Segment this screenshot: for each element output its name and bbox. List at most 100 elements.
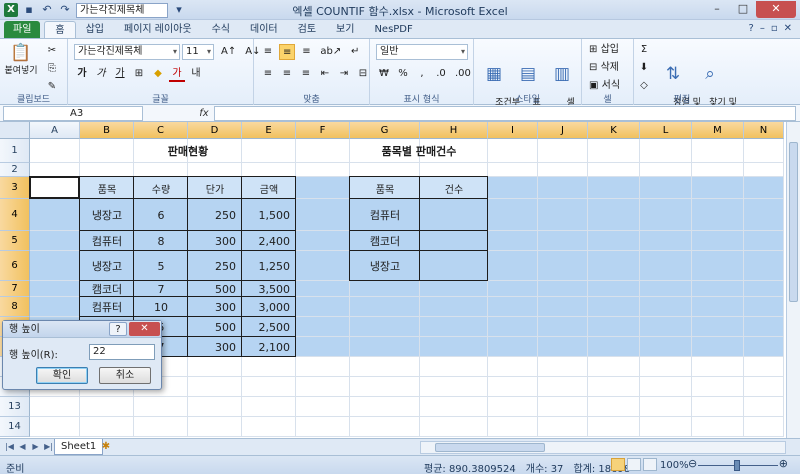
row-header-1[interactable]: 1 [0, 139, 30, 163]
table1-header-cell[interactable]: 단가 [188, 177, 242, 199]
font-grow-icon[interactable]: A↑ [218, 44, 239, 60]
table1-cell[interactable]: 냉장고 [80, 251, 134, 281]
page-layout-view-icon[interactable] [627, 458, 641, 471]
column-header-e[interactable]: E [242, 122, 296, 139]
column-header-i[interactable]: I [488, 122, 538, 139]
table2-item-cell[interactable]: 캠코더 [350, 231, 420, 251]
tab-view[interactable]: 보기 [326, 21, 364, 38]
count-title[interactable]: 품목별 판매건수 [350, 139, 488, 163]
tab-home[interactable]: 홈 [44, 21, 76, 38]
tab-page-layout[interactable]: 페이지 레이아웃 [114, 21, 202, 38]
column-header-d[interactable]: D [188, 122, 242, 139]
cut-icon[interactable]: ✂ [44, 43, 60, 59]
horizontal-scroll-thumb[interactable] [435, 443, 545, 452]
insert-sheet-icon[interactable]: ✱ [98, 440, 114, 454]
formula-input[interactable] [214, 106, 796, 121]
row-header-7[interactable]: 7 [0, 281, 30, 297]
tab-review[interactable]: 검토 [288, 21, 326, 38]
next-sheet-icon[interactable]: ▶ [30, 441, 41, 453]
percent-icon[interactable]: % [395, 66, 411, 82]
zoom-level[interactable]: 100% [660, 460, 689, 471]
table1-cell[interactable]: 6 [134, 199, 188, 231]
table1-cell[interactable]: 냉장고 [80, 199, 134, 231]
column-header-m[interactable]: M [692, 122, 744, 139]
table1-cell[interactable]: 500 [188, 281, 242, 297]
table1-cell[interactable]: 2,500 [242, 317, 296, 337]
column-header-k[interactable]: K [588, 122, 640, 139]
row-header-3[interactable]: 3 [0, 177, 30, 199]
save-icon[interactable]: ▪ [22, 3, 36, 17]
table1-cell[interactable]: 캠코더 [80, 281, 134, 297]
vertical-scroll-thumb[interactable] [789, 142, 798, 302]
row-header-5[interactable]: 5 [0, 231, 30, 251]
zoom-in-icon[interactable]: ⊕ [779, 457, 788, 470]
qat-font-combo[interactable]: 가는각진제목체 [76, 2, 168, 18]
prev-sheet-icon[interactable]: ◀ [17, 441, 28, 453]
tab-file[interactable]: 파일 [4, 21, 41, 38]
wrap-text-icon[interactable]: ↵ [347, 44, 363, 60]
select-all-corner[interactable] [0, 122, 30, 139]
column-header-j[interactable]: J [538, 122, 588, 139]
table1-cell[interactable]: 250 [188, 251, 242, 281]
comma-icon[interactable]: , [414, 66, 430, 82]
normal-view-icon[interactable] [611, 458, 625, 471]
bold-icon[interactable]: 가 [74, 66, 90, 82]
row-header-2[interactable]: 2 [0, 163, 30, 177]
table1-cell[interactable]: 7 [134, 281, 188, 297]
dialog-help-button[interactable]: ? [109, 322, 127, 336]
table1-cell[interactable]: 5 [134, 251, 188, 281]
column-header-h[interactable]: H [420, 122, 488, 139]
font-color-icon[interactable]: 가 [169, 66, 185, 82]
dialog-close-button[interactable]: ✕ [129, 322, 160, 336]
ok-button[interactable]: 확인 [36, 367, 88, 384]
currency-icon[interactable]: ₩ [376, 66, 392, 82]
table2-header-cell[interactable]: 건수 [420, 177, 488, 199]
table2-item-cell[interactable]: 컴퓨터 [350, 199, 420, 231]
indent-increase-icon[interactable]: ⇥ [336, 66, 352, 82]
table1-cell[interactable]: 10 [134, 297, 188, 317]
sheet-tab-sheet1[interactable]: Sheet1 [54, 439, 104, 455]
orientation-icon[interactable]: ab↗ [317, 44, 344, 60]
cancel-button[interactable]: 취소 [99, 367, 151, 384]
border-icon[interactable]: ⊞ [131, 66, 147, 82]
qat-dropdown-icon[interactable]: ▾ [172, 3, 186, 17]
align-bottom-icon[interactable]: ≡ [298, 44, 314, 60]
ribbon-restore-icon[interactable]: ▫ [771, 23, 778, 34]
table2-item-cell[interactable]: 냉장고 [350, 251, 420, 281]
column-header-l[interactable]: L [640, 122, 692, 139]
table1-cell[interactable]: 1,500 [242, 199, 296, 231]
table1-header-cell[interactable]: 수량 [134, 177, 188, 199]
delete-cells-button[interactable]: ⊟ 삭제 [586, 60, 622, 76]
align-left-icon[interactable]: ≡ [260, 66, 276, 82]
column-header-c[interactable]: C [134, 122, 188, 139]
column-header-g[interactable]: G [350, 122, 420, 139]
horizontal-scrollbar[interactable] [420, 441, 786, 454]
table1-cell[interactable]: 300 [188, 231, 242, 251]
copy-icon[interactable]: ⎘ [44, 61, 60, 77]
zoom-slider[interactable]: ⊖ ⊕ [688, 457, 788, 471]
excel-app-icon[interactable]: X [4, 3, 18, 17]
underline-icon[interactable]: 가 [112, 66, 128, 82]
column-header-f[interactable]: F [296, 122, 350, 139]
align-center-icon[interactable]: ≡ [279, 66, 295, 82]
tab-nespdf[interactable]: NesPDF [364, 21, 422, 38]
table1-cell[interactable]: 500 [188, 317, 242, 337]
close-button[interactable]: ✕ [756, 1, 796, 18]
fill-color-icon[interactable]: ◆ [150, 66, 166, 82]
first-sheet-icon[interactable]: |◀ [4, 441, 15, 453]
autosum-icon[interactable]: Σ [636, 42, 652, 58]
help-icon[interactable]: ? [749, 23, 754, 34]
align-right-icon[interactable]: ≡ [298, 66, 314, 82]
merge-center-icon[interactable]: ⊟ [355, 66, 371, 82]
page-break-view-icon[interactable] [643, 458, 657, 471]
zoom-out-icon[interactable]: ⊖ [688, 457, 697, 470]
tab-data[interactable]: 데이터 [240, 21, 288, 38]
maximize-button[interactable]: □ [730, 1, 756, 18]
decrease-decimal-icon[interactable]: .00 [452, 66, 474, 82]
minimize-button[interactable]: – [704, 1, 730, 18]
table1-header-cell[interactable]: 품목 [80, 177, 134, 199]
table1-cell[interactable]: 컴퓨터 [80, 231, 134, 251]
zoom-knob[interactable] [734, 460, 740, 471]
redo-icon[interactable]: ↷ [58, 3, 72, 17]
table1-cell[interactable]: 300 [188, 297, 242, 317]
